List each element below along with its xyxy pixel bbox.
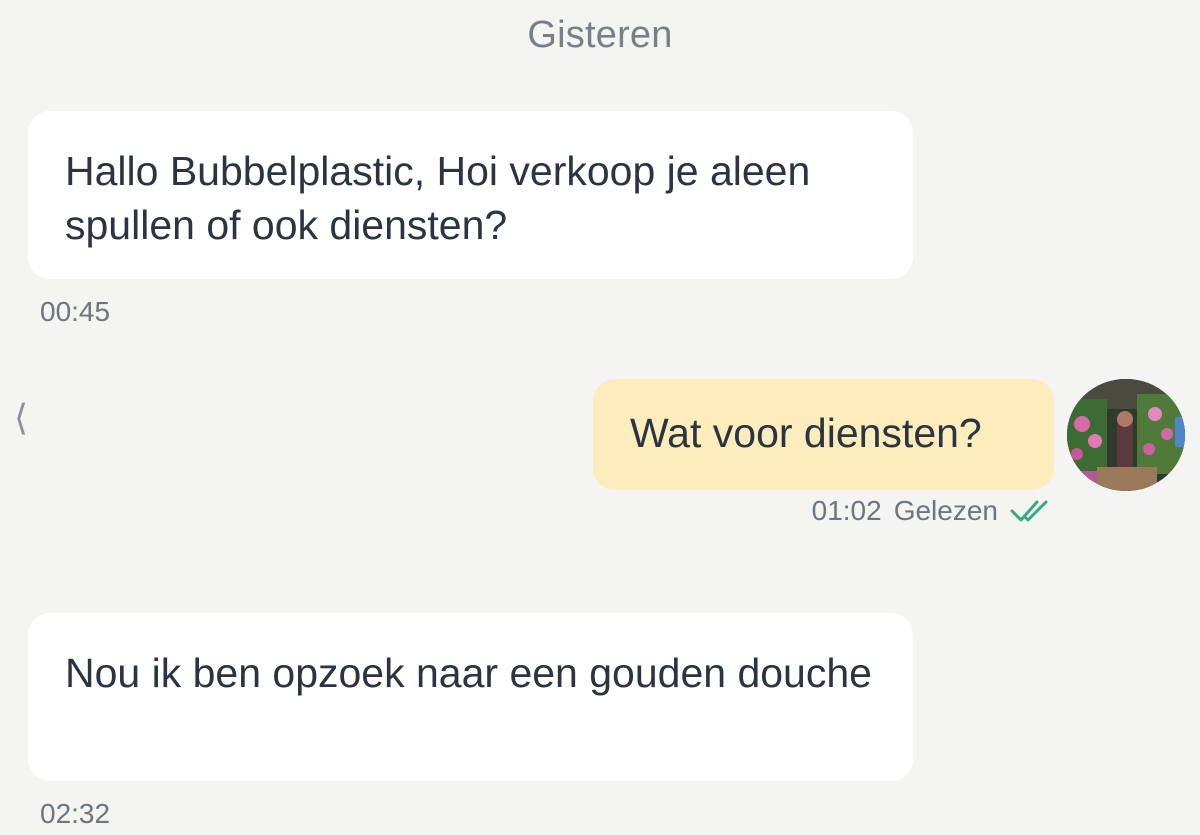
incoming-message-bubble[interactable]: Hallo Bubbelplastic, Hoi verkoop je alee… bbox=[28, 111, 913, 279]
outgoing-message-bubble[interactable]: Wat voor diensten? bbox=[593, 379, 1054, 490]
chevron-left-icon[interactable]: ⟨ bbox=[14, 398, 28, 439]
message-text: Wat voor diensten? bbox=[630, 410, 982, 456]
avatar[interactable] bbox=[1067, 379, 1185, 491]
double-check-icon bbox=[1010, 500, 1048, 522]
message-meta: 01:02 Gelezen bbox=[812, 495, 1054, 527]
date-separator: Gisteren bbox=[527, 14, 673, 56]
incoming-message-bubble[interactable]: Nou ik ben opzoek naar een gouden douche bbox=[28, 613, 913, 781]
avatar-image bbox=[1067, 379, 1185, 491]
read-status: Gelezen bbox=[893, 495, 998, 526]
message-time: 00:45 bbox=[40, 296, 111, 327]
message-time: 01:02 bbox=[811, 495, 882, 526]
message-time: 02:32 bbox=[40, 798, 111, 829]
message-text: Nou ik ben opzoek naar een gouden douche bbox=[65, 650, 872, 696]
message-text: Hallo Bubbelplastic, Hoi verkoop je alee… bbox=[65, 148, 811, 248]
